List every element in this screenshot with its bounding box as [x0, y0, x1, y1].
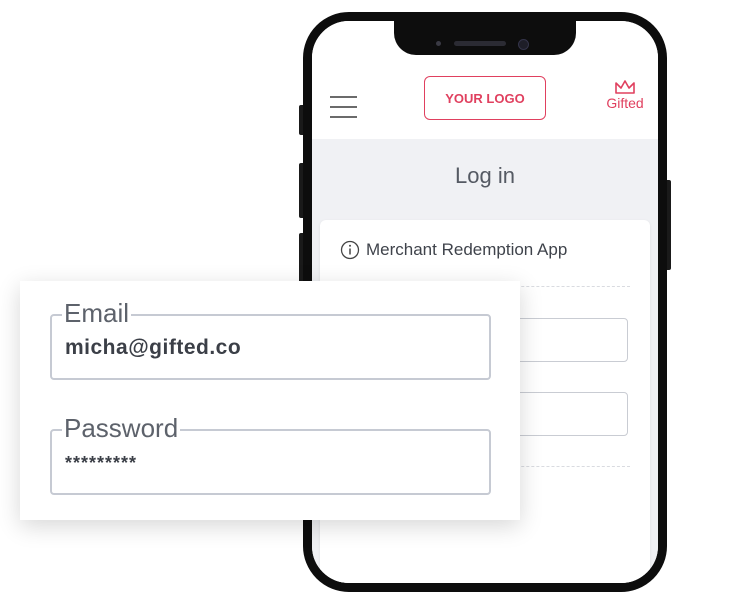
card-title: Merchant Redemption App — [340, 240, 567, 260]
hamburger-menu-icon[interactable] — [330, 96, 357, 118]
app-header: YOUR LOGO Gifted — [312, 21, 658, 139]
card-title-text: Merchant Redemption App — [366, 240, 568, 259]
info-icon — [340, 240, 360, 260]
password-label: Password — [62, 412, 181, 444]
password-value: ********* — [65, 453, 138, 473]
page-title: Log in — [455, 163, 515, 188]
crown-icon — [615, 80, 635, 94]
password-field[interactable]: Password ********* — [50, 412, 491, 495]
brand-logo: Gifted — [600, 79, 650, 111]
email-label: Email — [62, 297, 132, 329]
email-value: micha@gifted.co — [65, 336, 242, 359]
phone-notch — [394, 21, 576, 55]
logo-placeholder: YOUR LOGO — [424, 76, 546, 120]
email-field[interactable]: Email micha@gifted.co — [50, 297, 491, 380]
brand-name: Gifted — [606, 95, 644, 111]
login-zoom-panel: Email micha@gifted.co Password ********* — [20, 281, 520, 520]
